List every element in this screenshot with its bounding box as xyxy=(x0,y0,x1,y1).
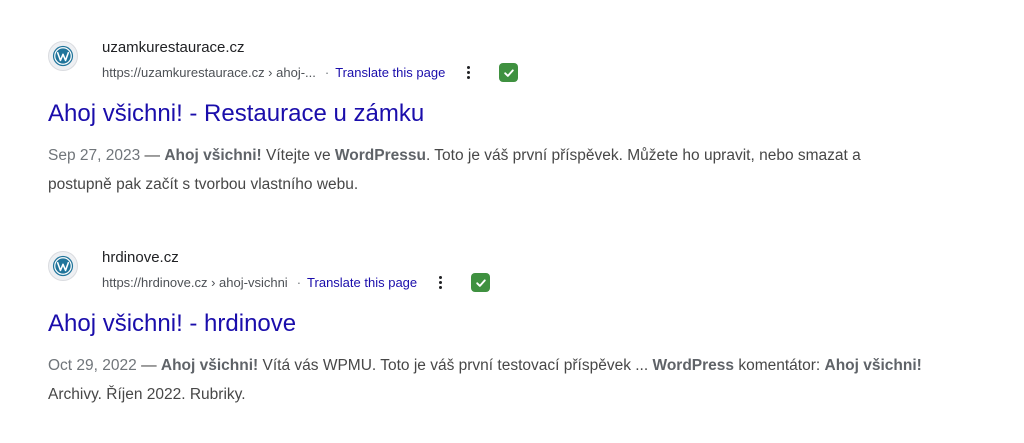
snippet-highlight: Ahoj všichni! xyxy=(160,357,259,374)
snippet-highlight: Ahoj všichni! xyxy=(824,357,922,374)
result-title-link[interactable]: Ahoj všichni! - hrdinove xyxy=(48,309,948,339)
result-source: hrdinove.cz https://hrdinove.cz › ahoj-v… xyxy=(48,246,948,296)
snippet-text: Archivy. Říjen 2022. Rubriky. xyxy=(48,386,246,403)
result-title-link[interactable]: Ahoj všichni! - Restaurace u zámku xyxy=(48,99,948,129)
three-dot-menu-icon[interactable] xyxy=(461,64,475,82)
translate-link[interactable]: Translate this page xyxy=(307,275,417,290)
snippet-text: — xyxy=(140,147,165,164)
snippet-text: Vítá vás WPMU. Toto je váš první testova… xyxy=(258,357,653,374)
snippet-highlight: WordPress xyxy=(652,357,735,374)
search-result: hrdinove.cz https://hrdinove.cz › ahoj-v… xyxy=(48,246,948,409)
result-url[interactable]: https://hrdinove.cz › ahoj-vsichni xyxy=(102,275,288,290)
result-source: uzamkurestaurace.cz https://uzamkurestau… xyxy=(48,36,948,86)
search-result: uzamkurestaurace.cz https://uzamkurestau… xyxy=(48,36,948,199)
site-name[interactable]: hrdinove.cz xyxy=(102,249,179,266)
check-icon[interactable] xyxy=(499,63,519,82)
url-line: https://hrdinove.cz › ahoj-vsichni · Tra… xyxy=(102,273,491,292)
result-snippet: Oct 29, 2022 — Ahoj všichni! Vítá vás WP… xyxy=(48,351,928,409)
check-icon[interactable] xyxy=(471,273,491,292)
snippet-text: Vítejte ve xyxy=(261,147,335,164)
three-dot-menu-icon[interactable] xyxy=(433,274,447,292)
snippet-date: Sep 27, 2023 xyxy=(48,147,141,164)
snippet-date: Oct 29, 2022 xyxy=(48,357,137,374)
site-name[interactable]: uzamkurestaurace.cz xyxy=(102,39,245,56)
separator: · xyxy=(324,65,330,80)
result-snippet: Sep 27, 2023 — Ahoj všichni! Vítejte ve … xyxy=(48,141,928,199)
separator: · xyxy=(296,275,302,290)
url-line: https://uzamkurestaurace.cz › ahoj-... ·… xyxy=(102,63,519,82)
translate-link[interactable]: Translate this page xyxy=(335,65,445,80)
snippet-text: — xyxy=(136,357,161,374)
snippet-highlight: WordPressu xyxy=(334,147,426,164)
wordpress-icon[interactable] xyxy=(48,251,78,281)
snippet-highlight: Ahoj všichni! xyxy=(164,147,262,164)
wordpress-icon[interactable] xyxy=(48,41,78,71)
snippet-text: komentátor: xyxy=(734,357,825,374)
result-url[interactable]: https://uzamkurestaurace.cz › ahoj-... xyxy=(102,65,316,80)
